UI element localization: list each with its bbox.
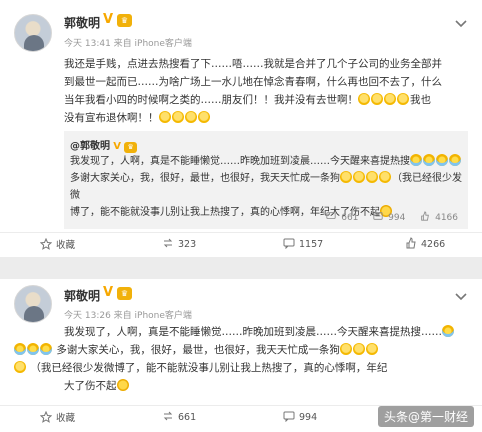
weibo-post-1: 郭敬明 V ♛ 今天 13:41 来自 iPhone客户端 我还是手贱，点进去热…: [0, 0, 482, 257]
post-meta: 今天 13:41 来自 iPhone客户端: [64, 39, 192, 49]
laugh-cry-emoji-icon: [40, 343, 52, 355]
reposted-weibo[interactable]: @郭敬明 V ♛ 我发现了，人啊，真是不能睡懒觉……昨晚加班到凌晨……今天醒来喜…: [64, 131, 468, 229]
repost-count: 661: [178, 412, 197, 423]
praying-emoji-icon: [339, 343, 352, 355]
repost-like-count[interactable]: 4166: [420, 211, 458, 223]
repost-header: @郭敬明 V ♛: [70, 137, 138, 153]
comment-icon: [283, 238, 295, 250]
repost-icon: [373, 212, 383, 220]
favorite-label: 收藏: [56, 240, 76, 251]
praying-emoji-icon: [171, 111, 184, 123]
repost-like-number: 4166: [435, 213, 458, 223]
vip-crown-icon: ♛: [117, 287, 132, 300]
post-text: 我还是手贱，点进去热搜看了下……唔……我就是合并了几个子公司的业务全部并 到最世…: [64, 55, 474, 127]
comment-count: 994: [299, 412, 318, 423]
post-meta: 今天 13:26 来自 iPhone客户端: [64, 311, 192, 321]
favorite-button[interactable]: 收藏: [39, 410, 76, 424]
repost-button[interactable]: 661: [162, 410, 196, 423]
laugh-cry-emoji-icon: [27, 343, 39, 355]
favorite-button[interactable]: 收藏: [39, 237, 76, 251]
laugh-cry-emoji-icon: [436, 154, 448, 166]
avatar[interactable]: [14, 14, 52, 52]
post-text-segment: 我发现了，人啊，真是不能睡懒觉……昨晚加班到凌晨……今天醒来喜提热搜……: [64, 326, 442, 338]
praying-emoji-icon: [379, 171, 391, 183]
post-text-line: 我还是手贱，点进去热搜看了下……唔……我就是合并了几个子公司的业务全部并: [64, 58, 442, 70]
praying-emoji-icon: [352, 343, 365, 355]
comment-icon: [283, 411, 295, 423]
post-text-line: 到最世一起而已……为啥广场上一水儿地在悼念青春啊，什么再也回不去了，什么: [64, 76, 442, 88]
post-text: 我发现了，人啊，真是不能睡懒觉……昨晚加班到凌晨……今天醒来喜提热搜…… 多谢大…: [14, 323, 474, 395]
chevron-down-icon[interactable]: [454, 287, 468, 301]
post-text-segment: 我也: [410, 94, 431, 106]
verified-v-icon: V: [103, 285, 114, 300]
comment-button[interactable]: 994: [283, 410, 317, 423]
laugh-cry-emoji-icon: [14, 343, 26, 355]
praying-emoji-icon: [353, 171, 365, 183]
avatar[interactable]: [14, 285, 52, 323]
praying-emoji-icon: [365, 343, 378, 355]
author-name[interactable]: 郭敬明: [64, 287, 100, 304]
watermark: 头条@第一财经: [377, 406, 474, 427]
praying-emoji-icon: [184, 111, 197, 123]
post-text-line: 我发现了，人啊，真是不能睡懒觉……昨晚加班到凌晨……今天醒来喜提热搜……: [64, 323, 474, 341]
post-text-line: 大了伤不起: [64, 377, 474, 395]
favorite-label: 收藏: [56, 413, 76, 424]
post-text-segment: （我已经很少发微博了，能不能就没事儿别让我上热搜了，真的心悸啊，年纪: [30, 362, 388, 374]
vip-crown-icon: ♛: [124, 142, 138, 153]
author-name[interactable]: 郭敬明: [64, 14, 100, 31]
repost-count: 323: [178, 239, 197, 250]
praying-emoji-icon: [366, 171, 378, 183]
praying-emoji-icon: [158, 111, 171, 123]
praying-emoji-icon: [384, 93, 396, 105]
post-text-line: 没有宣布退休啊！！: [64, 109, 474, 127]
post-action-bar: 收藏 323 1157 4266: [0, 232, 482, 254]
praying-emoji-icon: [371, 93, 383, 105]
repost-icon: [163, 411, 173, 421]
repost-button[interactable]: 323: [162, 237, 196, 250]
like-count: 4266: [421, 239, 446, 250]
laugh-cry-emoji-icon: [442, 325, 454, 337]
verified-v-icon: V: [103, 12, 114, 27]
sigh-emoji-icon: [116, 379, 129, 391]
repost-text-line: 我发现了，人啊，真是不能睡懒觉……昨晚加班到凌晨……今天醒来喜提热搜: [70, 153, 462, 170]
post-text-line: 当年我看小四的时候啊之类的……朋友们！！我并没有去世啊！ 我也: [64, 91, 474, 109]
praying-emoji-icon: [197, 111, 210, 123]
post-text-segment: 当年我看小四的时候啊之类的……朋友们！！我并没有去世啊！: [64, 94, 358, 106]
laugh-cry-emoji-icon: [449, 154, 461, 166]
comment-button[interactable]: 1157: [283, 237, 323, 250]
laugh-cry-emoji-icon: [423, 154, 435, 166]
repost-text-line: 多谢大家关心，我，很好，最世，也很好，我天天忙成一条狗 （我已经很少发微: [70, 170, 462, 204]
repost-text-segment: 多谢大家关心，我，很好，最世，也很好，我天天忙成一条狗: [70, 173, 340, 184]
like-button[interactable]: 4266: [405, 237, 445, 250]
repost-comment-number: 661: [341, 213, 359, 223]
repost-icon: [163, 238, 173, 248]
praying-emoji-icon: [340, 171, 352, 183]
post-text-segment: 多谢大家关心，我，很好，最世，也很好，我天天忙成一条狗: [56, 344, 340, 356]
comment-icon: [326, 212, 336, 219]
vip-crown-icon: ♛: [117, 14, 132, 27]
thumbs-up-icon: [406, 237, 416, 249]
repost-comment-count[interactable]: 661: [326, 211, 358, 223]
post-divider: [0, 257, 482, 279]
star-icon: [39, 410, 53, 423]
laugh-cry-emoji-icon: [410, 154, 422, 166]
repost-repost-count[interactable]: 994: [373, 211, 405, 223]
repost-repost-number: 994: [388, 213, 406, 223]
praying-emoji-icon: [358, 93, 370, 105]
star-icon: [39, 237, 53, 250]
comment-count: 1157: [299, 239, 324, 250]
chevron-down-icon[interactable]: [454, 14, 468, 28]
verified-v-icon: V: [113, 141, 121, 152]
post-text-line: （我已经很少发微博了，能不能就没事儿别让我上热搜了，真的心悸啊，年纪: [14, 359, 474, 377]
praying-emoji-icon: [397, 93, 409, 105]
thumbs-up-icon: [421, 211, 430, 221]
repost-author[interactable]: @郭敬明: [70, 141, 110, 152]
repost-stats: 661 994 4166: [314, 211, 458, 223]
praying-emoji-icon: [14, 361, 26, 373]
repost-text-segment: 我发现了，人啊，真是不能睡懒觉……昨晚加班到凌晨……今天醒来喜提热搜: [70, 156, 410, 167]
post-text-segment: 没有宣布退休啊！！: [64, 112, 159, 124]
post-text-line: 多谢大家关心，我，很好，最世，也很好，我天天忙成一条狗: [14, 341, 474, 359]
post-text-segment: 大了伤不起: [64, 380, 117, 392]
